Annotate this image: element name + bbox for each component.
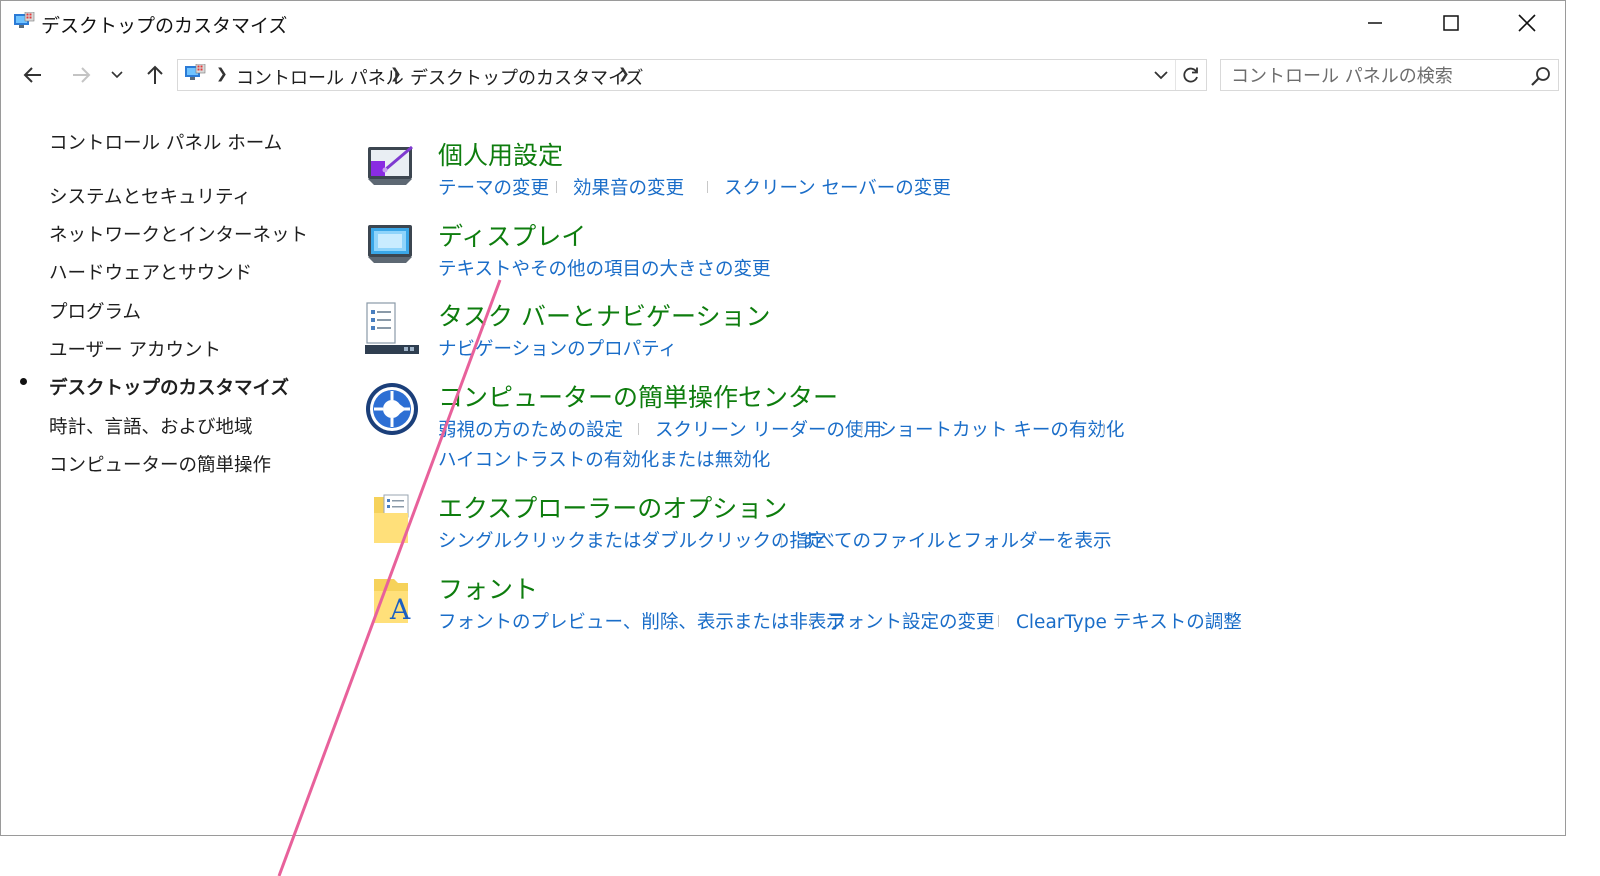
title-bar: デスクトップのカスタマイズ bbox=[1, 1, 1565, 45]
link-single-double-click[interactable]: シングルクリックまたはダブルクリックの指定 bbox=[438, 527, 827, 553]
sidebar-item-clock-region[interactable]: 時計、言語、および地域 bbox=[49, 413, 253, 439]
link-separator bbox=[998, 615, 999, 627]
refresh-icon bbox=[1183, 67, 1198, 83]
link-change-font-settings[interactable]: フォント設定の変更 bbox=[828, 608, 995, 634]
breadcrumb-separator-icon[interactable]: ❯ bbox=[216, 66, 228, 82]
breadcrumb-desktop-customization[interactable]: デスクトップのカスタマイズ bbox=[410, 64, 643, 90]
personalization-monitor-icon[interactable] bbox=[364, 139, 420, 195]
control-panel-window: デスクトップのカスタマイズ ❯ コントロール パネル ❯ デスクトップのカスタマ… bbox=[0, 0, 1566, 836]
control-panel-icon bbox=[14, 12, 35, 28]
address-history-dropdown[interactable] bbox=[1150, 64, 1172, 86]
link-separator bbox=[1103, 423, 1104, 435]
link-separator bbox=[638, 423, 639, 435]
link-navigation-properties[interactable]: ナビゲーションのプロパティ bbox=[438, 335, 677, 361]
minimize-button[interactable] bbox=[1337, 1, 1413, 45]
chevron-down-icon bbox=[111, 71, 123, 79]
sidebar-item-hardware-sound[interactable]: ハードウェアとサウンド bbox=[49, 259, 252, 285]
link-show-all-files-folders[interactable]: すべてのファイルとフォルダーを表示 bbox=[799, 527, 1111, 553]
breadcrumb-separator-icon[interactable]: ❯ bbox=[618, 66, 630, 82]
sidebar-item-network-internet[interactable]: ネットワークとインターネット bbox=[49, 221, 308, 247]
link-separator bbox=[810, 615, 811, 627]
link-change-theme[interactable]: テーマの変更 bbox=[438, 174, 549, 200]
sidebar-item-user-accounts[interactable]: ユーザー アカウント bbox=[49, 336, 221, 362]
ease-of-access-icon[interactable] bbox=[364, 381, 420, 437]
close-button[interactable] bbox=[1489, 1, 1565, 45]
sidebar-item-system-security[interactable]: システムとセキュリティ bbox=[49, 183, 251, 209]
search-icon[interactable] bbox=[1530, 65, 1552, 87]
sidebar-item-control-panel-home[interactable]: コントロール パネル ホーム bbox=[49, 129, 282, 155]
link-separator bbox=[556, 181, 557, 193]
link-separator bbox=[861, 423, 862, 435]
category-fonts-title[interactable]: フォント bbox=[438, 570, 538, 606]
minimize-icon bbox=[1368, 22, 1382, 24]
taskbar-icon[interactable] bbox=[364, 301, 420, 357]
link-preview-delete-fonts[interactable]: フォントのプレビュー、削除、表示または非表示 bbox=[438, 608, 845, 634]
close-icon bbox=[1518, 14, 1536, 32]
link-change-screen-saver[interactable]: スクリーン セーバーの変更 bbox=[724, 174, 951, 200]
sidebar-item-desktop-customization: デスクトップのカスタマイズ bbox=[49, 378, 289, 399]
link-low-vision-settings[interactable]: 弱視の方のための設定 bbox=[438, 416, 623, 442]
category-taskbar-title[interactable]: タスク バーとナビゲーション bbox=[438, 297, 770, 333]
category-display-title[interactable]: ディスプレイ bbox=[438, 217, 586, 253]
display-monitor-icon[interactable] bbox=[364, 219, 420, 275]
back-button[interactable] bbox=[17, 59, 49, 91]
link-adjust-cleartype[interactable]: ClearType テキストの調整 bbox=[1016, 608, 1242, 634]
maximize-icon bbox=[1443, 15, 1459, 31]
link-change-text-size[interactable]: テキストやその他の項目の大きさの変更 bbox=[438, 255, 770, 281]
svg-text:A: A bbox=[389, 593, 411, 626]
folder-options-icon[interactable] bbox=[364, 491, 420, 547]
window-title: デスクトップのカスタマイズ bbox=[41, 15, 288, 37]
recent-locations-button[interactable] bbox=[105, 59, 129, 91]
breadcrumb-control-panel[interactable]: コントロール パネル bbox=[236, 64, 404, 90]
forward-button[interactable] bbox=[65, 59, 97, 91]
address-bar[interactable]: ❯ コントロール パネル ❯ デスクトップのカスタマイズ ❯ bbox=[177, 59, 1207, 91]
arrow-up-icon bbox=[147, 65, 163, 84]
search-input[interactable] bbox=[1229, 63, 1523, 89]
link-separator bbox=[781, 534, 782, 546]
link-high-contrast-toggle[interactable]: ハイコントラストの有効化または無効化 bbox=[438, 446, 770, 472]
arrow-right-icon bbox=[73, 67, 91, 83]
arrow-left-icon bbox=[23, 67, 41, 83]
sidebar-item-programs[interactable]: プログラム bbox=[49, 298, 141, 324]
current-item-bullet-icon bbox=[20, 378, 27, 385]
breadcrumb-separator-icon[interactable]: ❯ bbox=[390, 66, 402, 82]
up-button[interactable] bbox=[139, 59, 171, 91]
category-personalization-title[interactable]: 個人用設定 bbox=[438, 136, 563, 172]
refresh-button[interactable] bbox=[1175, 60, 1206, 90]
chevron-down-icon bbox=[1154, 71, 1168, 80]
link-separator bbox=[707, 181, 708, 193]
search-box bbox=[1220, 59, 1559, 91]
sidebar-item-ease-of-access[interactable]: コンピューターの簡単操作 bbox=[49, 451, 271, 477]
maximize-button[interactable] bbox=[1413, 1, 1489, 45]
fonts-folder-icon[interactable]: A bbox=[364, 571, 420, 627]
category-ease-of-access-title[interactable]: コンピューターの簡単操作センター bbox=[438, 378, 838, 414]
control-panel-icon bbox=[185, 64, 206, 80]
link-enable-shortcut-keys[interactable]: ショートカット キーの有効化 bbox=[878, 416, 1124, 442]
link-use-screen-reader[interactable]: スクリーン リーダーの使用 bbox=[655, 416, 882, 442]
category-explorer-options-title[interactable]: エクスプローラーのオプション bbox=[438, 489, 787, 525]
link-change-sound-effects[interactable]: 効果音の変更 bbox=[573, 174, 684, 200]
